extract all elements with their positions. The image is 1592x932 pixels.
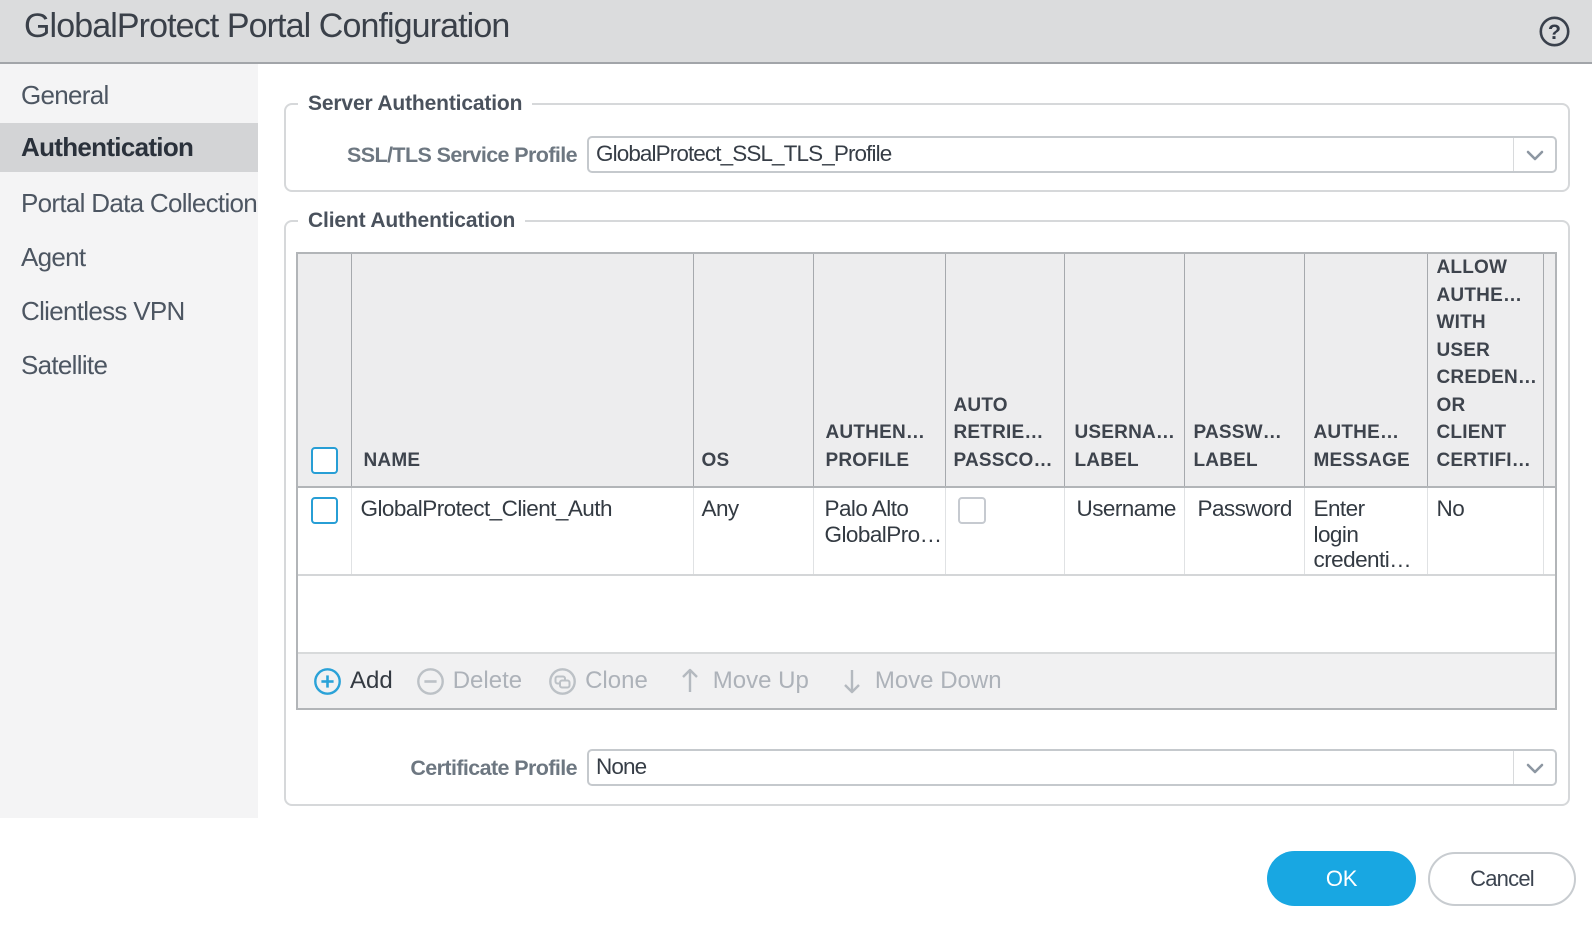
svg-text:?: ? [1548,20,1561,44]
